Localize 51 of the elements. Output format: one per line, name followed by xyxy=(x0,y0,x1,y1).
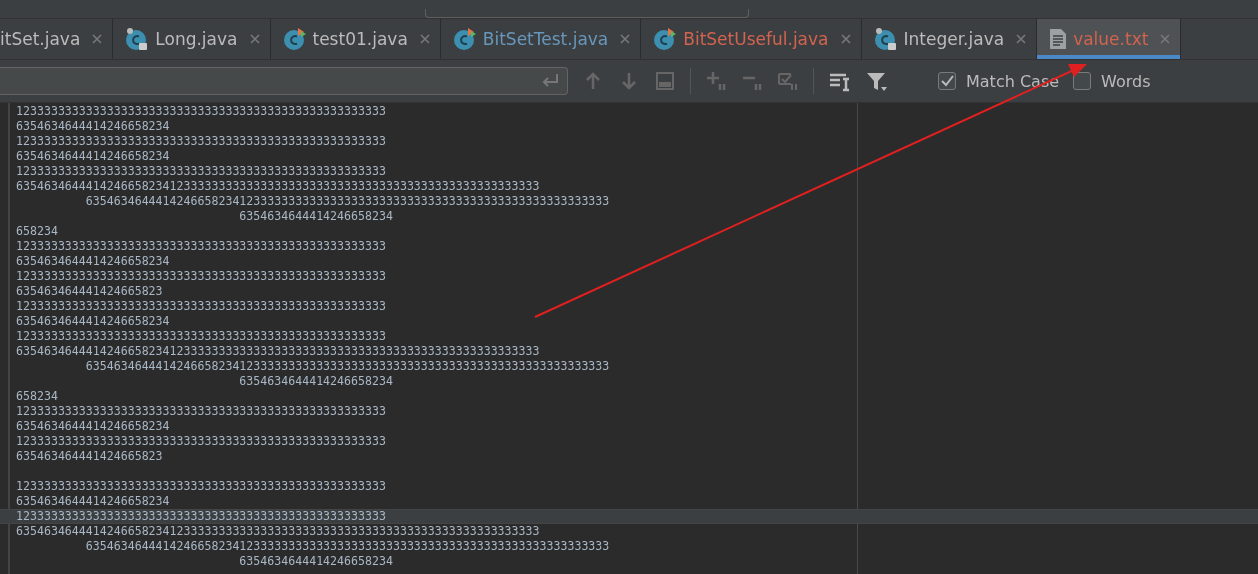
text-line: 12333333333333333333333333333333333333333333333333333 xyxy=(16,509,386,524)
checkbox[interactable]: Words xyxy=(1073,71,1151,91)
text-line: 635463464441424665823412333333333333333333333333333333333333333333333333333 xyxy=(16,179,540,194)
class-icon xyxy=(282,27,307,51)
text-line: 658234 xyxy=(16,224,58,239)
text-file-icon xyxy=(1049,28,1068,50)
text-line: 12333333333333333333333333333333333333333333333333333 xyxy=(16,269,386,284)
close-icon[interactable] xyxy=(1016,34,1027,44)
close-icon[interactable] xyxy=(419,34,430,44)
text-line: 12333333333333333333333333333333333333333333333333333 xyxy=(16,329,386,344)
text-line: 6354634644414246658234 xyxy=(16,254,170,269)
select-all-icon[interactable] xyxy=(777,70,799,92)
text-line: 12333333333333333333333333333333333333333333333333333 xyxy=(16,239,386,254)
text-line: 6354634644414246658234 xyxy=(16,314,170,329)
text-line: 635463464441424665823412333333333333333333333333333333333333333333333333333 xyxy=(84,359,610,374)
close-icon[interactable] xyxy=(1160,34,1171,44)
class-icon xyxy=(125,27,150,51)
close-icon[interactable] xyxy=(92,34,103,44)
text-line: 635463464441424665823412333333333333333333333333333333333333333333333333333 xyxy=(84,194,610,209)
close-icon[interactable] xyxy=(620,34,631,44)
add-occurrence-icon[interactable] xyxy=(705,70,727,92)
text-line: 6354634644414246658234 xyxy=(16,149,170,164)
text-line: 6354634644414246658234 xyxy=(238,209,393,224)
text-line: 12333333333333333333333333333333333333333333333333333 xyxy=(16,134,386,149)
class-icon xyxy=(873,27,898,51)
text-line: 12333333333333333333333333333333333333333333333333333 xyxy=(16,479,386,494)
close-icon[interactable] xyxy=(840,34,851,44)
text-line: 12333333333333333333333333333333333333333333333333333 xyxy=(16,299,386,314)
text-line: 6354634644414246658234 xyxy=(238,554,393,569)
close-icon[interactable] xyxy=(249,34,260,44)
square-icon[interactable] xyxy=(654,70,676,92)
text-line: 12333333333333333333333333333333333333333333333333333 xyxy=(16,164,386,179)
text-line: 6354634644414246658234 xyxy=(238,374,393,389)
text-line: 6354634644414246658234 xyxy=(16,419,170,434)
text-line: 6354634644414246658234 xyxy=(16,494,170,509)
text-line: 635463464441424665823412333333333333333333333333333333333333333333333333333 xyxy=(16,524,540,539)
text-line: 635463464441424665823412333333333333333333333333333333333333333333333333333 xyxy=(16,344,540,359)
text-line: 635463464441424665823 xyxy=(16,284,163,299)
check-icon xyxy=(940,74,954,88)
text-line: 12333333333333333333333333333333333333333333333333333 xyxy=(16,104,386,119)
search-field[interactable] xyxy=(0,67,568,95)
text-line: 658234 xyxy=(16,389,58,404)
text-line: 6354634644414246658234 xyxy=(16,119,170,134)
text-line: 12333333333333333333333333333333333333333333333333333 xyxy=(16,434,386,449)
class-icon xyxy=(653,27,678,51)
text-line: 635463464441424665823412333333333333333333333333333333333333333333333333333 xyxy=(84,539,610,554)
text-line: 12333333333333333333333333333333333333333333333333333 xyxy=(16,404,386,419)
editor-tab[interactable]: itSet.java xyxy=(0,19,114,59)
text-line: 635463464441424665823 xyxy=(16,449,163,464)
class-icon xyxy=(452,27,477,51)
filter-icon[interactable] xyxy=(864,70,890,92)
